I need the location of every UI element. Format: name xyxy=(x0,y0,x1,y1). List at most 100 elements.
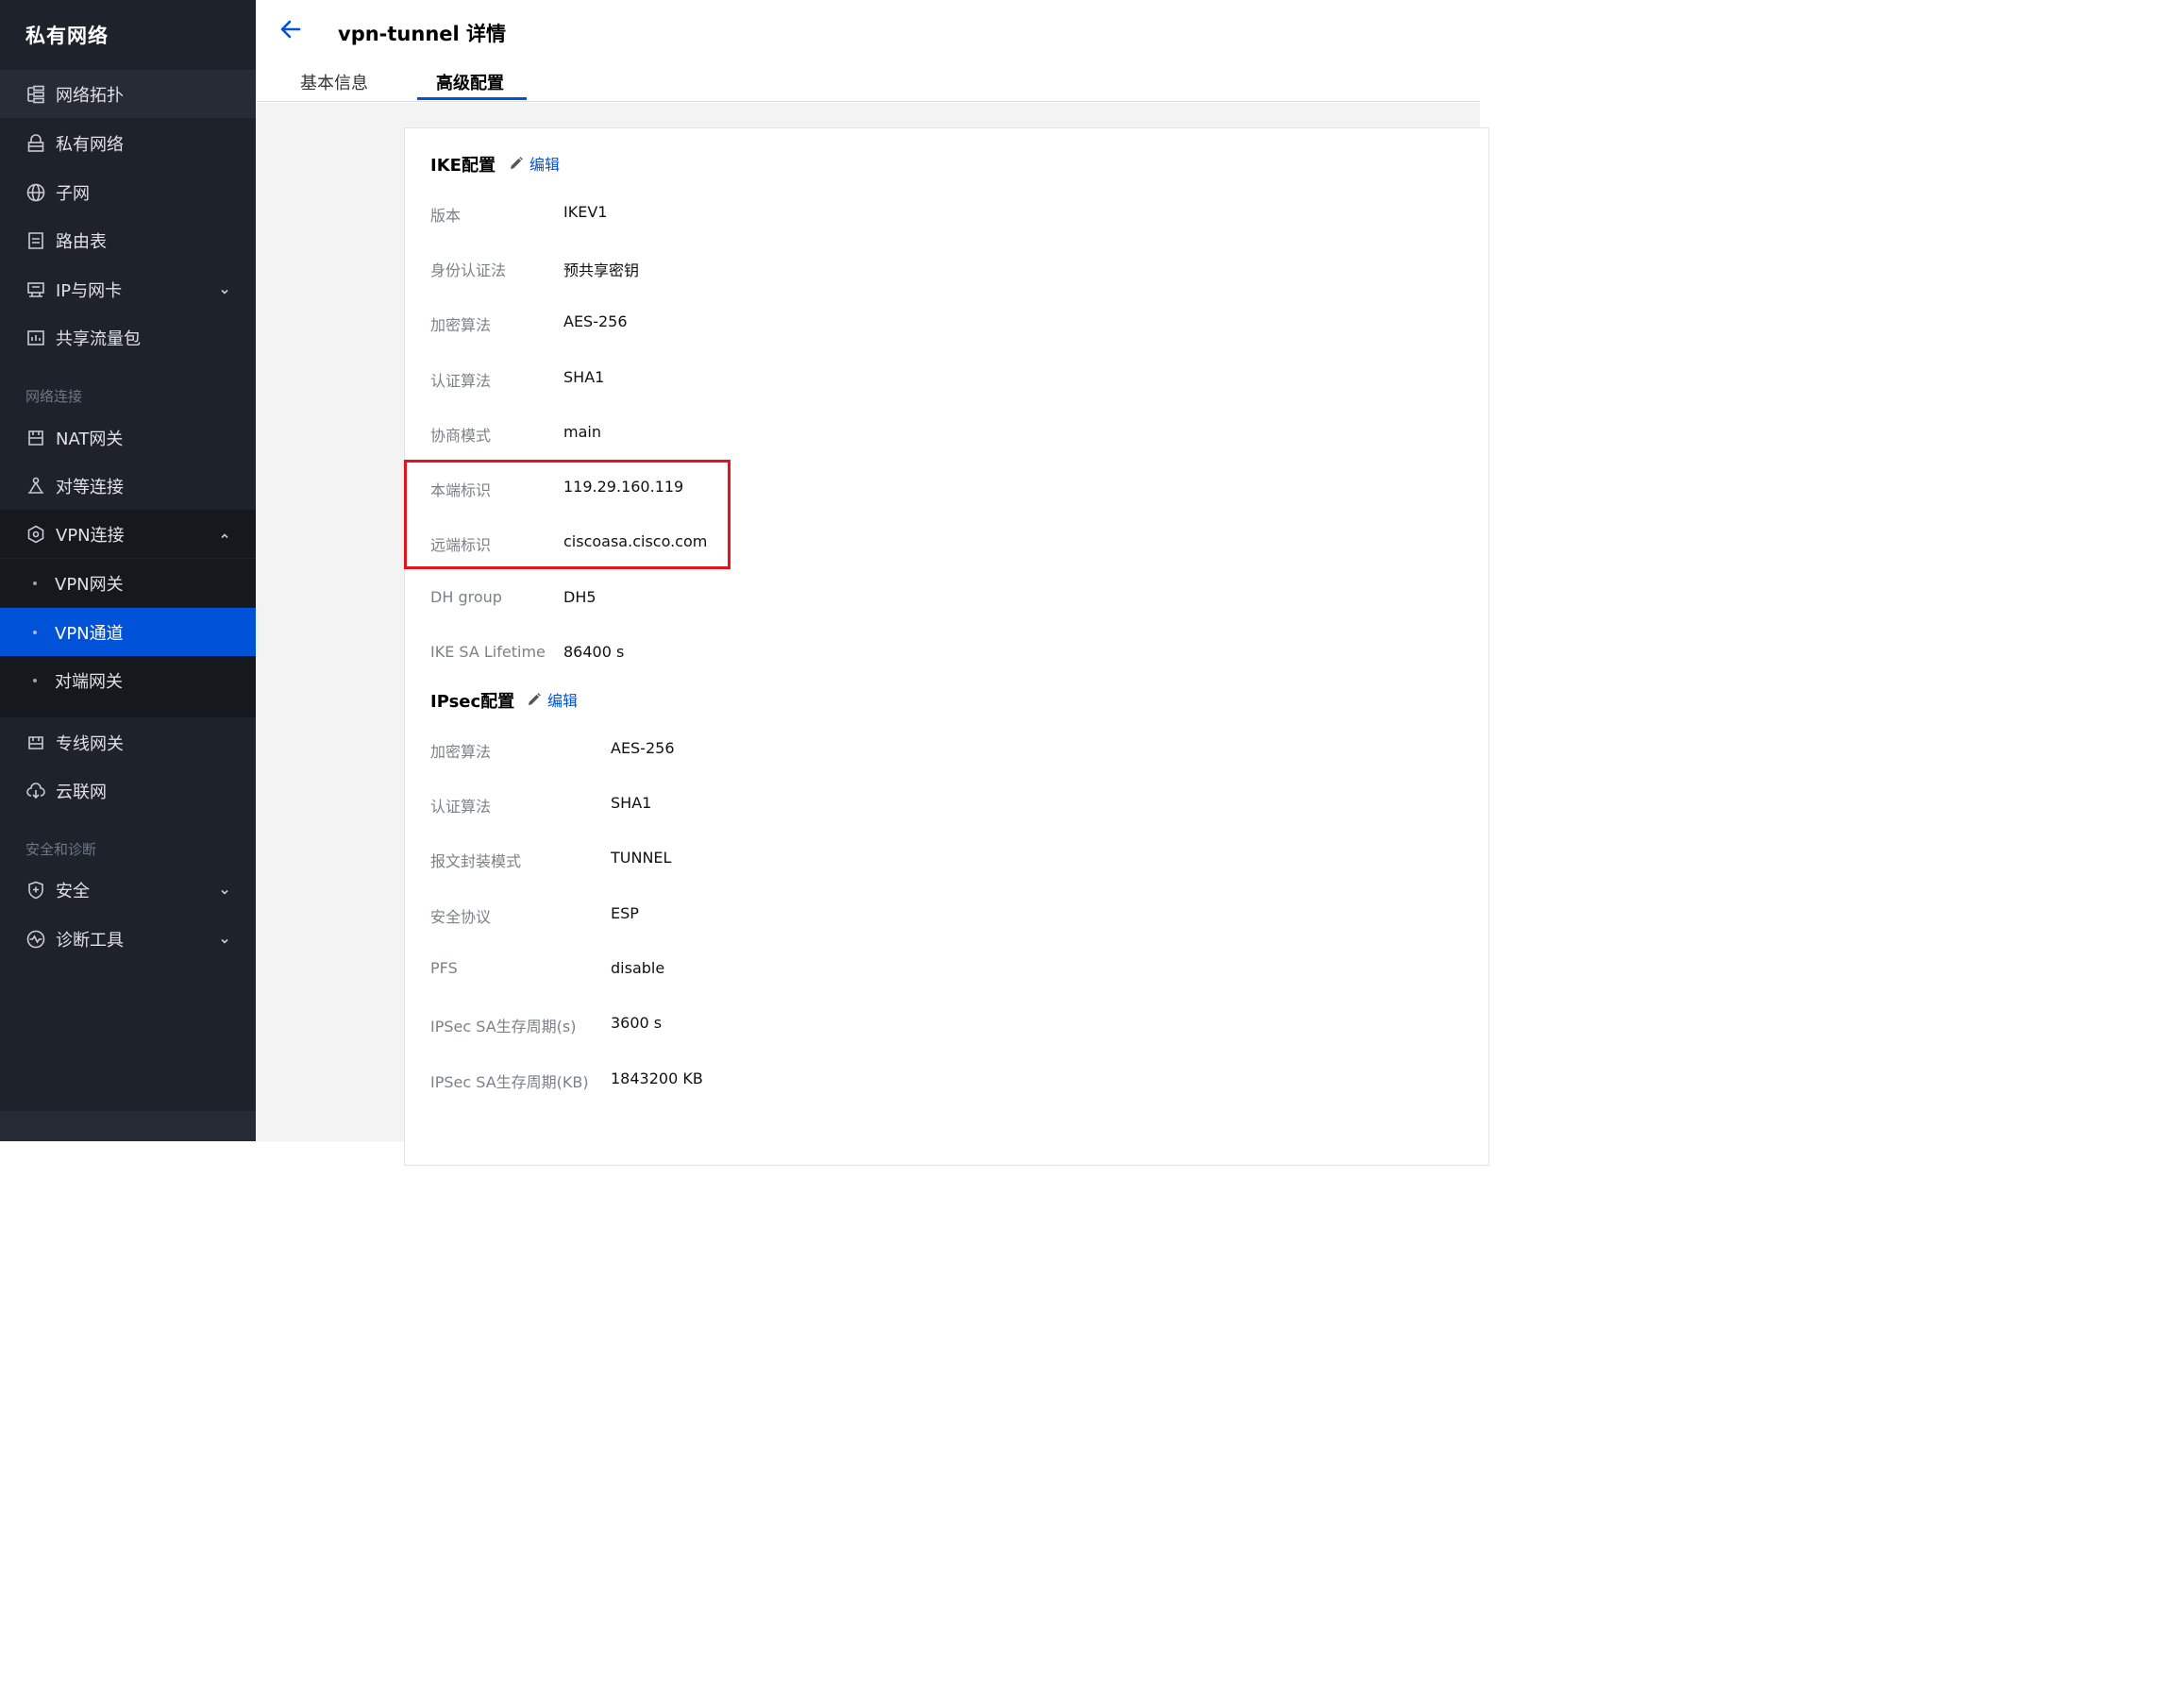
field-value: IKEV1 xyxy=(563,203,608,221)
field-label: 身份认证法 xyxy=(430,261,507,279)
sidebar-item-label: 对端网关 xyxy=(55,672,123,692)
sidebar-item-vpn[interactable]: VPN连接 xyxy=(0,510,256,558)
chevron-down-icon xyxy=(218,884,231,897)
field-value: SHA1 xyxy=(563,368,605,386)
sidebar-item-label: NAT网关 xyxy=(56,429,124,449)
sidebar-item-security[interactable]: 安全 xyxy=(0,866,256,914)
direct-connect-icon xyxy=(25,733,46,753)
diagnose-icon xyxy=(25,929,46,950)
sidebar-item-label: 专线网关 xyxy=(56,733,124,754)
sidebar: 私有网络 网络拓扑 私有网络 子网 路由表 IP与网卡 共享流量包 网络连接 N… xyxy=(0,0,256,1141)
sidebar-item-label: IP与网卡 xyxy=(56,280,123,301)
sidebar-item-subnet[interactable]: 子网 xyxy=(0,168,256,216)
sidebar-item-customer-gateway[interactable]: 对端网关 xyxy=(0,656,256,717)
sidebar-group-network: 网络连接 xyxy=(25,388,83,405)
page-header: vpn-tunnel 详情 基本信息 高级配置 xyxy=(256,0,1480,102)
sidebar-item-label: 安全 xyxy=(56,881,90,901)
shield-icon xyxy=(25,880,46,901)
sidebar-group-security: 安全和诊断 xyxy=(25,841,97,858)
chevron-up-icon xyxy=(218,528,231,541)
field-value: AES-256 xyxy=(611,739,675,757)
field-label: IPSec SA生存周期(s) xyxy=(430,1018,577,1036)
back-arrow-icon[interactable] xyxy=(278,17,303,42)
ike-section-title: IKE配置 xyxy=(430,156,496,176)
sidebar-item-label: 子网 xyxy=(56,183,90,204)
ike-edit-button[interactable]: 编辑 xyxy=(509,152,560,175)
ccn-icon xyxy=(25,781,46,801)
sidebar-item-label: 对等连接 xyxy=(56,477,124,497)
field-label: 加密算法 xyxy=(430,316,492,334)
sidebar-item-topology[interactable]: 网络拓扑 xyxy=(0,70,256,118)
sidebar-item-route-table[interactable]: 路由表 xyxy=(0,216,256,264)
vpn-icon xyxy=(25,524,46,545)
chevron-down-icon xyxy=(218,933,231,946)
pencil-icon xyxy=(511,157,523,169)
main-content: IKE配置 编辑 版本 IKEV1 身份认证法 预共享密钥 加密算法 AES-256 … xyxy=(256,103,1489,1166)
bandwidth-icon xyxy=(25,328,46,348)
nat-gateway-icon xyxy=(25,428,46,448)
field-label: DH group xyxy=(430,588,502,606)
sidebar-item-label: 共享流量包 xyxy=(56,328,141,349)
sidebar-item-vpn-gateway[interactable]: VPN网关 xyxy=(0,559,256,607)
page-title: vpn-tunnel 详情 xyxy=(338,23,507,45)
bullet-icon xyxy=(33,679,37,682)
topology-icon xyxy=(25,84,46,105)
field-label: 版本 xyxy=(430,207,462,225)
sidebar-item-label: VPN连接 xyxy=(56,525,125,546)
field-label: 安全协议 xyxy=(430,908,492,926)
field-label: IKE SA Lifetime xyxy=(430,643,546,661)
tab-advanced-config[interactable]: 高级配置 xyxy=(436,70,504,94)
sidebar-item-label: 路由表 xyxy=(56,231,107,252)
field-label: IPSec SA生存周期(KB) xyxy=(430,1073,589,1091)
sidebar-item-label: 私有网络 xyxy=(56,134,124,155)
sidebar-item-vpc[interactable]: 私有网络 xyxy=(0,119,256,167)
sidebar-item-vpn-tunnel[interactable]: VPN通道 xyxy=(0,608,256,656)
chevron-down-icon xyxy=(218,283,231,296)
sidebar-item-label: VPN网关 xyxy=(55,574,124,595)
field-value: 预共享密钥 xyxy=(563,261,640,279)
sidebar-item-ip-eni[interactable]: IP与网卡 xyxy=(0,265,256,313)
field-value: 3600 s xyxy=(611,1014,663,1032)
sidebar-item-direct-connect[interactable]: 专线网关 xyxy=(0,718,256,766)
document-icon xyxy=(25,230,46,251)
ipsec-section-title: IPsec配置 xyxy=(430,692,515,712)
globe-icon xyxy=(25,182,46,203)
sidebar-item-peering[interactable]: 对等连接 xyxy=(0,462,256,510)
sidebar-item-label: VPN通道 xyxy=(55,623,124,644)
field-value: AES-256 xyxy=(563,312,628,330)
field-value: 86400 s xyxy=(563,643,625,661)
field-value: DH5 xyxy=(563,588,596,606)
field-label: 报文封装模式 xyxy=(430,852,522,870)
pencil-icon xyxy=(529,693,541,705)
field-label: 加密算法 xyxy=(430,743,492,761)
field-value: main xyxy=(563,423,601,441)
sidebar-item-bandwidth-package[interactable]: 共享流量包 xyxy=(0,313,256,362)
active-tab-indicator xyxy=(417,97,527,100)
bullet-icon xyxy=(33,630,37,634)
field-value: TUNNEL xyxy=(611,849,672,867)
edit-label: 编辑 xyxy=(547,692,579,710)
field-value: 1843200 KB xyxy=(611,1069,703,1087)
tab-basic-info[interactable]: 基本信息 xyxy=(300,70,368,94)
sidebar-item-label: 网络拓扑 xyxy=(56,85,124,106)
sidebar-item-label: 云联网 xyxy=(56,782,107,802)
field-label: 认证算法 xyxy=(430,372,492,390)
field-value: ESP xyxy=(611,904,639,922)
field-label: PFS xyxy=(430,959,458,977)
lock-icon xyxy=(25,133,46,154)
field-value: SHA1 xyxy=(611,794,652,812)
field-label: 协商模式 xyxy=(430,427,492,445)
sidebar-title: 私有网络 xyxy=(25,25,109,47)
sidebar-item-label: 诊断工具 xyxy=(56,930,124,951)
sidebar-item-diagnose[interactable]: 诊断工具 xyxy=(0,915,256,963)
sidebar-item-nat[interactable]: NAT网关 xyxy=(0,413,256,462)
sidebar-item-ccn[interactable]: 云联网 xyxy=(0,766,256,815)
highlight-annotation-box xyxy=(404,460,731,569)
edit-label: 编辑 xyxy=(529,156,561,174)
field-value: disable xyxy=(611,959,665,977)
config-card: IKE配置 编辑 版本 IKEV1 身份认证法 预共享密钥 加密算法 AES-256 … xyxy=(404,127,1489,1166)
sidebar-footer xyxy=(0,1111,256,1141)
field-label: 认证算法 xyxy=(430,798,492,816)
ipsec-edit-button[interactable]: 编辑 xyxy=(527,688,578,711)
peering-icon xyxy=(25,476,46,497)
